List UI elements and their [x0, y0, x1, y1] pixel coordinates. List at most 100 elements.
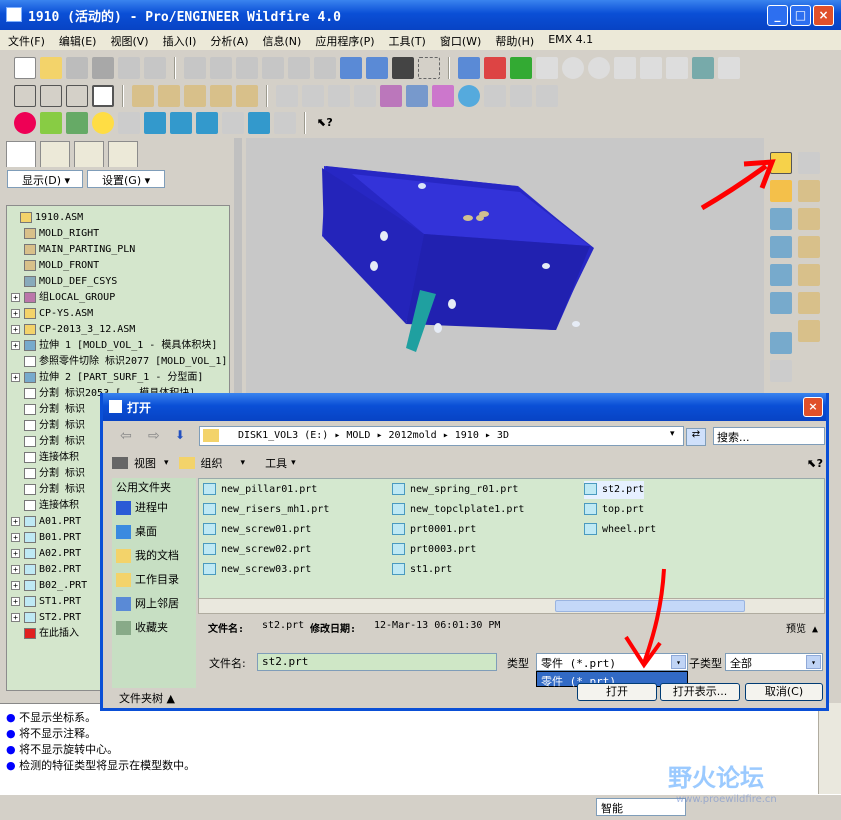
palette-icon[interactable] — [274, 112, 296, 134]
menu-tools[interactable]: 工具(T) — [389, 33, 426, 50]
dropdown-arrow-icon[interactable]: ▾ — [806, 655, 821, 669]
breadcrumb-item[interactable]: 1910 — [455, 430, 479, 441]
annotation-icon[interactable] — [236, 85, 258, 107]
expand-icon[interactable]: + — [11, 340, 20, 350]
axis-tool-icon[interactable] — [798, 208, 820, 230]
back-icon[interactable]: ⇦ — [120, 428, 132, 444]
tree-item[interactable]: 1910.ASM — [7, 210, 83, 226]
expand-icon[interactable]: + — [11, 612, 20, 622]
expand-icon[interactable]: + — [11, 292, 20, 302]
context-help-icon[interactable]: ⬉? — [314, 112, 336, 134]
menu-analysis[interactable]: 分析(A) — [210, 33, 248, 50]
extract-icon[interactable] — [770, 332, 792, 354]
datum-point-icon[interactable] — [184, 85, 206, 107]
room-icon[interactable] — [66, 112, 88, 134]
repaint-icon[interactable] — [458, 57, 480, 79]
redo-icon[interactable] — [210, 57, 232, 79]
new-icon[interactable] — [14, 57, 36, 79]
maximize-button[interactable]: □ — [790, 5, 811, 26]
tree-item[interactable]: + B01.PRT — [11, 530, 81, 546]
save-icon[interactable] — [66, 57, 88, 79]
open-button[interactable]: 打开 — [577, 683, 657, 701]
datum-axis-icon[interactable] — [158, 85, 180, 107]
curvature-icon[interactable] — [380, 85, 402, 107]
expand-icon[interactable]: + — [11, 564, 20, 574]
menu-window[interactable]: 窗口(W) — [440, 33, 481, 50]
forward-icon[interactable]: ⇨ — [148, 428, 160, 444]
select-box-icon[interactable] — [418, 57, 440, 79]
no-hidden-icon[interactable] — [66, 85, 88, 107]
tree-item[interactable]: 分割 标识 — [11, 434, 85, 450]
dialog-close-button[interactable]: × — [803, 397, 823, 417]
graphics-window[interactable] — [246, 138, 764, 400]
settings-dropdown[interactable]: 设置(G) ▾ — [87, 170, 165, 188]
organize-menu[interactable]: 组织 — [201, 455, 223, 471]
tree-item[interactable]: 连接体积 — [11, 498, 79, 514]
tree-item[interactable]: 分割 标识 — [11, 402, 85, 418]
expand-icon[interactable]: + — [11, 308, 20, 318]
paste-icon[interactable] — [288, 57, 310, 79]
regenerate-icon[interactable] — [340, 57, 362, 79]
spin-center-icon[interactable] — [484, 57, 506, 79]
tab-connections[interactable] — [108, 141, 138, 167]
tab-favorites[interactable] — [74, 141, 104, 167]
tree-item[interactable]: + 拉伸 2 [PART_SURF_1 - 分型面] — [11, 370, 203, 386]
tree-item[interactable]: MOLD_RIGHT — [11, 226, 99, 242]
menu-applications[interactable]: 应用程序(P) — [315, 33, 374, 50]
tab-model-tree[interactable] — [6, 141, 36, 167]
appearance-icon[interactable] — [14, 112, 36, 134]
tree-item[interactable]: 分割 标识 — [11, 418, 85, 434]
tree-item[interactable]: 在此插入 — [11, 626, 79, 642]
tree-item[interactable]: 参照零件切除 标识2077 [MOLD_VOL_1] — [11, 354, 227, 370]
draft-check-icon[interactable] — [406, 85, 428, 107]
parting-surface-icon[interactable] — [770, 264, 792, 286]
point-tool-icon[interactable] — [798, 264, 820, 286]
datum-csys-icon[interactable] — [210, 85, 232, 107]
pan-hand-icon[interactable] — [536, 57, 558, 79]
file-list-scrollbar[interactable] — [198, 598, 825, 614]
csys-tool-icon[interactable] — [798, 292, 820, 314]
regen-manager-icon[interactable] — [366, 57, 388, 79]
decal-icon[interactable] — [222, 112, 244, 134]
place-my-documents[interactable]: 我的文档 — [116, 546, 179, 566]
menu-help[interactable]: 帮助(H) — [495, 33, 534, 50]
tree-item[interactable]: MOLD_FRONT — [11, 258, 99, 274]
sketch-icon[interactable] — [798, 152, 820, 174]
tab-folder-browser[interactable] — [40, 141, 70, 167]
menu-view[interactable]: 视图(V) — [110, 33, 148, 50]
main-title-bar[interactable]: 1910 (活动的) - Pro/ENGINEER Wildfire 4.0 — [0, 0, 841, 30]
tree-item[interactable]: + B02.PRT — [11, 562, 81, 578]
minimize-button[interactable]: _ — [767, 5, 788, 26]
file-item[interactable]: new_screw01.prt — [203, 521, 311, 539]
expand-icon[interactable]: + — [11, 548, 20, 558]
tree-item[interactable]: + B02_.PRT — [11, 578, 87, 594]
file-item[interactable]: new_risers_mh1.prt — [203, 501, 329, 519]
tree-item[interactable]: MOLD_DEF_CSYS — [11, 274, 117, 290]
section-icon[interactable] — [328, 85, 350, 107]
breadcrumb-item[interactable]: 3D — [497, 430, 509, 441]
color-map-icon[interactable] — [458, 85, 480, 107]
expand-icon[interactable]: + — [11, 596, 20, 606]
preview-icon[interactable] — [248, 112, 270, 134]
send-icon[interactable] — [118, 57, 140, 79]
place-desktop[interactable]: 桌面 — [116, 522, 157, 542]
light-icon[interactable] — [92, 112, 114, 134]
tree-item[interactable]: + CP-2013_3_12.ASM — [11, 322, 135, 338]
mass-props-icon[interactable] — [302, 85, 324, 107]
expand-icon[interactable]: + — [11, 580, 20, 590]
file-item[interactable]: new_screw03.prt — [203, 561, 311, 579]
tree-item[interactable]: + A01.PRT — [11, 514, 81, 530]
split-icon[interactable] — [770, 292, 792, 314]
dihedral-icon[interactable] — [510, 85, 532, 107]
render-icon[interactable] — [144, 112, 166, 134]
file-item[interactable]: wheel.prt — [584, 521, 656, 539]
folder-tree-toggle[interactable]: 文件夹树 ▲ — [119, 690, 175, 706]
message-scrollbar[interactable] — [818, 703, 841, 794]
shading-icon[interactable] — [92, 85, 114, 107]
view-manager-icon[interactable] — [718, 57, 740, 79]
refit-icon[interactable] — [614, 57, 636, 79]
file-item[interactable]: prt0001.prt — [392, 521, 476, 539]
cancel-button[interactable]: 取消(C) — [745, 683, 823, 701]
subtype-dropdown[interactable]: 全部 ▾ — [725, 653, 823, 671]
datum-plane-icon[interactable] — [132, 85, 154, 107]
